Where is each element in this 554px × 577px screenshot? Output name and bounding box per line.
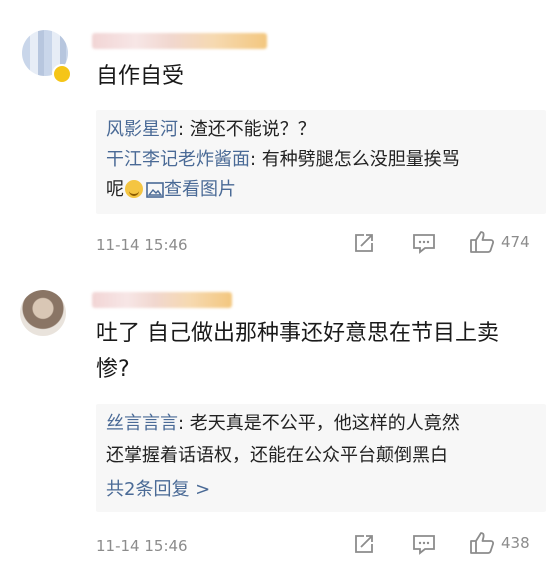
- like-button[interactable]: 438: [469, 531, 530, 555]
- comment-text-cont: 惨?: [96, 357, 130, 382]
- comment-button[interactable]: [412, 533, 436, 555]
- reply-1-cont: 还掌握着话语权，还能在公众平台颠倒黑白: [106, 442, 448, 470]
- more-replies-link[interactable]: 共2条回复 >: [106, 476, 210, 504]
- like-count: 438: [501, 534, 530, 552]
- comment-2: 吐了 自己做出那种事还好意思在节目上卖 惨? 丝言言言: 老天真是不公平，他这样…: [0, 0, 554, 577]
- username-blurred[interactable]: [92, 292, 232, 308]
- timestamp: 11-14 15:46: [96, 537, 188, 555]
- comment-icon: [413, 535, 435, 555]
- reply-author[interactable]: 丝言言言: [106, 413, 178, 434]
- avatar[interactable]: [20, 290, 66, 336]
- share-button[interactable]: [353, 533, 375, 555]
- reply-text: 还掌握着话语权，还能在公众平台颠倒黑白: [106, 445, 448, 466]
- share-icon: [355, 535, 373, 553]
- thumbs-up-icon: [470, 532, 495, 554]
- reply-text: 老天真是不公平，他这样的人竟然: [189, 413, 460, 434]
- reply-colon: :: [178, 413, 190, 434]
- reply-1[interactable]: 丝言言言: 老天真是不公平，他这样的人竟然: [106, 410, 460, 438]
- comment-text: 吐了 自己做出那种事还好意思在节目上卖: [96, 321, 499, 346]
